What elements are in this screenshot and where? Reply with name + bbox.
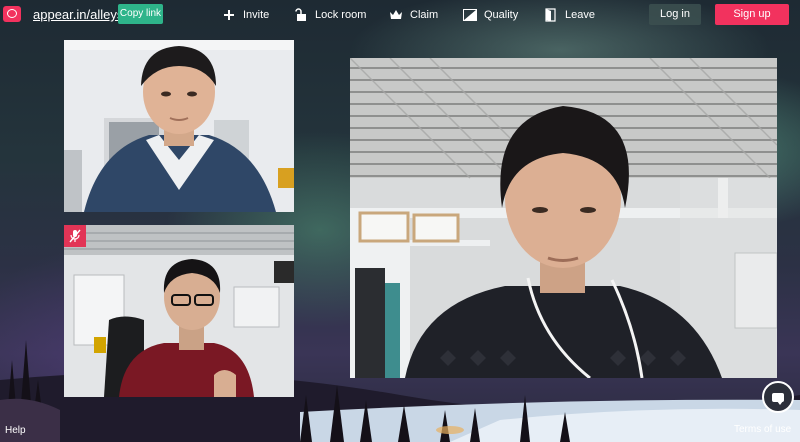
invite-label: Invite <box>243 9 270 21</box>
claim-button[interactable]: Claim <box>389 6 438 24</box>
unlock-icon <box>294 8 308 22</box>
video-tile-participant-1[interactable] <box>64 40 294 212</box>
quality-icon <box>463 8 477 22</box>
mic-muted-icon <box>69 229 81 243</box>
video-tile-participant-2[interactable] <box>64 225 294 397</box>
top-bar: appear.in/alleys Copy link Invite Lock r… <box>0 0 800 30</box>
copy-link-button[interactable]: Copy link <box>118 4 163 24</box>
room-link[interactable]: appear.in/alleys <box>33 7 123 22</box>
chat-button[interactable] <box>762 381 794 413</box>
quality-label: Quality <box>484 9 519 21</box>
crown-icon <box>389 8 403 22</box>
sign-up-button[interactable]: Sign up <box>715 4 789 25</box>
participant-2-video <box>64 225 294 397</box>
invite-button[interactable]: Invite <box>222 6 269 24</box>
chat-bubble-icon <box>772 392 784 405</box>
log-in-button[interactable]: Log in <box>649 4 701 25</box>
lock-room-label: Lock room <box>315 9 367 21</box>
muted-mic-indicator <box>64 225 86 247</box>
participant-1-video <box>64 40 294 212</box>
video-tile-participant-3[interactable] <box>350 58 777 378</box>
terms-of-use-link[interactable]: Terms of use <box>734 424 791 435</box>
quality-button[interactable]: Quality <box>463 6 518 24</box>
lock-room-button[interactable]: Lock room <box>294 6 366 24</box>
help-link[interactable]: Help <box>5 425 26 436</box>
leave-label: Leave <box>565 9 595 21</box>
participant-3-video <box>350 58 777 378</box>
claim-label: Claim <box>410 9 439 21</box>
plus-icon <box>222 8 236 22</box>
leave-button[interactable]: Leave <box>544 6 595 24</box>
appear-in-logo[interactable] <box>3 6 21 22</box>
door-icon <box>544 8 558 22</box>
